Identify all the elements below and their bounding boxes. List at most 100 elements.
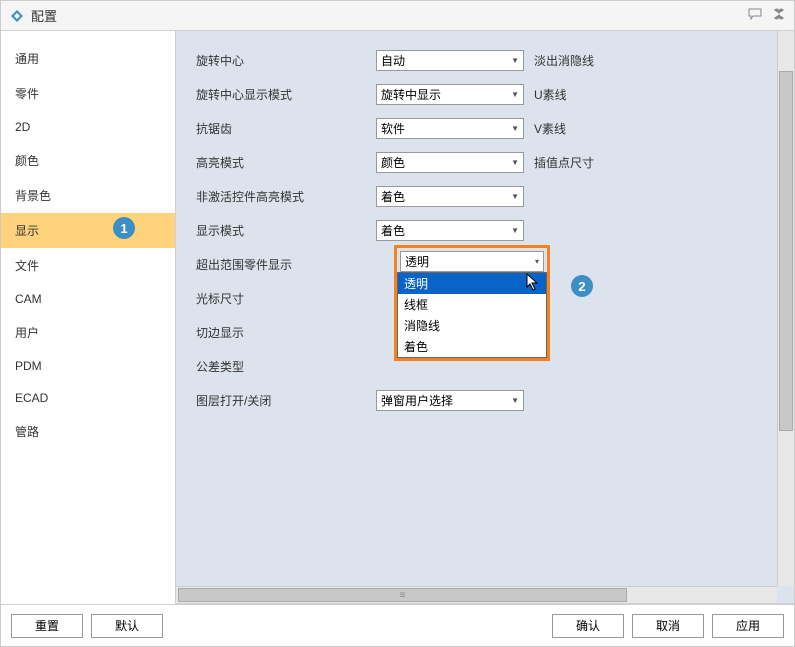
setting-label: 图层打开/关闭 (176, 392, 376, 409)
content-panel: 旋转中心 自动 ▼ 淡出消隐线 旋转中心显示模式 旋转中显示 ▼ U素线 抗锯齿 软… (176, 31, 794, 604)
titlebar: 配置 (1, 1, 794, 31)
combo-inactive-highlight[interactable]: 着色 ▼ (376, 186, 524, 207)
chevron-down-icon: ▾ (535, 257, 539, 266)
default-button[interactable]: 默认 (91, 614, 163, 638)
reset-button[interactable]: 重置 (11, 614, 83, 638)
annotation-badge-1: 1 (113, 217, 135, 239)
dropdown-item-wireframe[interactable]: 线框 (398, 294, 546, 315)
sidebar-item-label: PDM (15, 359, 42, 373)
combo-value: 透明 (405, 253, 429, 270)
sidebar-item-part[interactable]: 零件 (1, 76, 175, 111)
sidebar-item-label: 颜色 (15, 154, 39, 168)
close-icon[interactable] (772, 8, 786, 23)
combo-value: 弹窗用户选择 (381, 392, 453, 409)
sidebar-item-file[interactable]: 文件 (1, 248, 175, 283)
dropdown-item-label: 透明 (404, 277, 428, 291)
annotation-badge-2: 2 (571, 275, 593, 297)
setting-extra: U素线 (524, 86, 567, 103)
combo-value: 软件 (381, 120, 405, 137)
sidebar-item-pdm[interactable]: PDM (1, 350, 175, 382)
combo-antialias[interactable]: 软件 ▼ (376, 118, 524, 139)
window-title: 配置 (31, 6, 748, 25)
combo-rotation-display[interactable]: 旋转中显示 ▼ (376, 84, 524, 105)
chevron-down-icon: ▼ (511, 396, 519, 405)
setting-row: 非激活控件高亮模式 着色 ▼ (176, 179, 794, 213)
setting-label: 显示模式 (176, 222, 376, 239)
setting-label: 公差类型 (176, 358, 376, 375)
combo-rotation-center[interactable]: 自动 ▼ (376, 50, 524, 71)
scrollbar-thumb[interactable]: ≡ (178, 588, 627, 602)
setting-row: 抗锯齿 软件 ▼ V素线 (176, 111, 794, 145)
setting-label: 旋转中心 (176, 52, 376, 69)
sidebar-item-label: CAM (15, 292, 42, 306)
setting-label: 切边显示 (176, 324, 376, 341)
setting-label: 高亮模式 (176, 154, 376, 171)
scrollbar-thumb[interactable] (779, 71, 793, 431)
setting-label: 抗锯齿 (176, 120, 376, 137)
setting-row: 旋转中心 自动 ▼ 淡出消隐线 (176, 43, 794, 77)
dropdown-out-of-range: 透明 ▾ 透明 线框 消隐线 着色 (394, 245, 550, 361)
chevron-down-icon: ▼ (511, 124, 519, 133)
sidebar-item-label: 背景色 (15, 189, 51, 203)
chevron-down-icon: ▼ (511, 56, 519, 65)
combo-value: 旋转中显示 (381, 86, 441, 103)
chevron-down-icon: ▼ (511, 226, 519, 235)
dropdown-list: 透明 线框 消隐线 着色 (397, 272, 547, 358)
setting-label: 旋转中心显示模式 (176, 86, 376, 103)
setting-row: 图层打开/关闭 弹窗用户选择 ▼ (176, 383, 794, 417)
combo-out-of-range[interactable]: 透明 ▾ (400, 251, 544, 272)
config-dialog: 配置 通用 零件 2D 颜色 背景色 显示 1 文件 CAM 用户 PDM (0, 0, 795, 647)
titlebar-buttons (748, 8, 786, 23)
horizontal-scrollbar[interactable]: ≡ (176, 586, 777, 603)
setting-row: 显示模式 着色 ▼ (176, 213, 794, 247)
dropdown-item-transparent[interactable]: 透明 (398, 273, 546, 294)
combo-value: 着色 (381, 222, 405, 239)
combo-value: 着色 (381, 188, 405, 205)
sidebar-item-label: 通用 (15, 52, 39, 66)
sidebar-item-ecad[interactable]: ECAD (1, 382, 175, 414)
footer: 重置 默认 确认 取消 应用 (1, 604, 794, 646)
sidebar-item-label: 文件 (15, 259, 39, 273)
apply-button[interactable]: 应用 (712, 614, 784, 638)
setting-label: 非激活控件高亮模式 (176, 188, 376, 205)
setting-label: 超出范围零件显示 (176, 256, 376, 273)
cursor-icon (526, 273, 540, 294)
dropdown-item-hiddenline[interactable]: 消隐线 (398, 315, 546, 336)
dropdown-item-shaded[interactable]: 着色 (398, 336, 546, 357)
sidebar-item-user[interactable]: 用户 (1, 315, 175, 350)
sidebar-item-color[interactable]: 颜色 (1, 143, 175, 178)
setting-row: 旋转中心显示模式 旋转中显示 ▼ U素线 (176, 77, 794, 111)
setting-extra: 淡出消隐线 (524, 52, 594, 69)
setting-row: 高亮模式 颜色 ▼ 插值点尺寸 (176, 145, 794, 179)
combo-value: 自动 (381, 52, 405, 69)
ok-button[interactable]: 确认 (552, 614, 624, 638)
setting-extra: 插值点尺寸 (524, 154, 594, 171)
sidebar-item-cam[interactable]: CAM (1, 283, 175, 315)
sidebar-item-bgcolor[interactable]: 背景色 (1, 178, 175, 213)
body: 通用 零件 2D 颜色 背景色 显示 1 文件 CAM 用户 PDM ECAD … (1, 31, 794, 604)
feedback-icon[interactable] (748, 8, 762, 23)
sidebar-item-label: 显示 (15, 224, 39, 238)
chevron-down-icon: ▼ (511, 158, 519, 167)
combo-highlight[interactable]: 颜色 ▼ (376, 152, 524, 173)
cancel-button[interactable]: 取消 (632, 614, 704, 638)
sidebar-item-label: 零件 (15, 87, 39, 101)
sidebar-item-label: 管路 (15, 425, 39, 439)
sidebar-item-label: ECAD (15, 391, 48, 405)
sidebar-item-label: 用户 (15, 326, 39, 340)
vertical-scrollbar[interactable] (777, 31, 794, 586)
combo-layer-toggle[interactable]: 弹窗用户选择 ▼ (376, 390, 524, 411)
sidebar-item-display[interactable]: 显示 1 (1, 213, 175, 248)
chevron-down-icon: ▼ (511, 90, 519, 99)
setting-label: 光标尺寸 (176, 290, 376, 307)
sidebar-item-label: 2D (15, 120, 30, 134)
combo-display-mode[interactable]: 着色 ▼ (376, 220, 524, 241)
sidebar-item-pipe[interactable]: 管路 (1, 414, 175, 449)
setting-extra: V素线 (524, 120, 566, 137)
app-icon (9, 8, 25, 24)
sidebar-item-general[interactable]: 通用 (1, 41, 175, 76)
sidebar-item-2d[interactable]: 2D (1, 111, 175, 143)
chevron-down-icon: ▼ (511, 192, 519, 201)
combo-value: 颜色 (381, 154, 405, 171)
sidebar: 通用 零件 2D 颜色 背景色 显示 1 文件 CAM 用户 PDM ECAD … (1, 31, 176, 604)
